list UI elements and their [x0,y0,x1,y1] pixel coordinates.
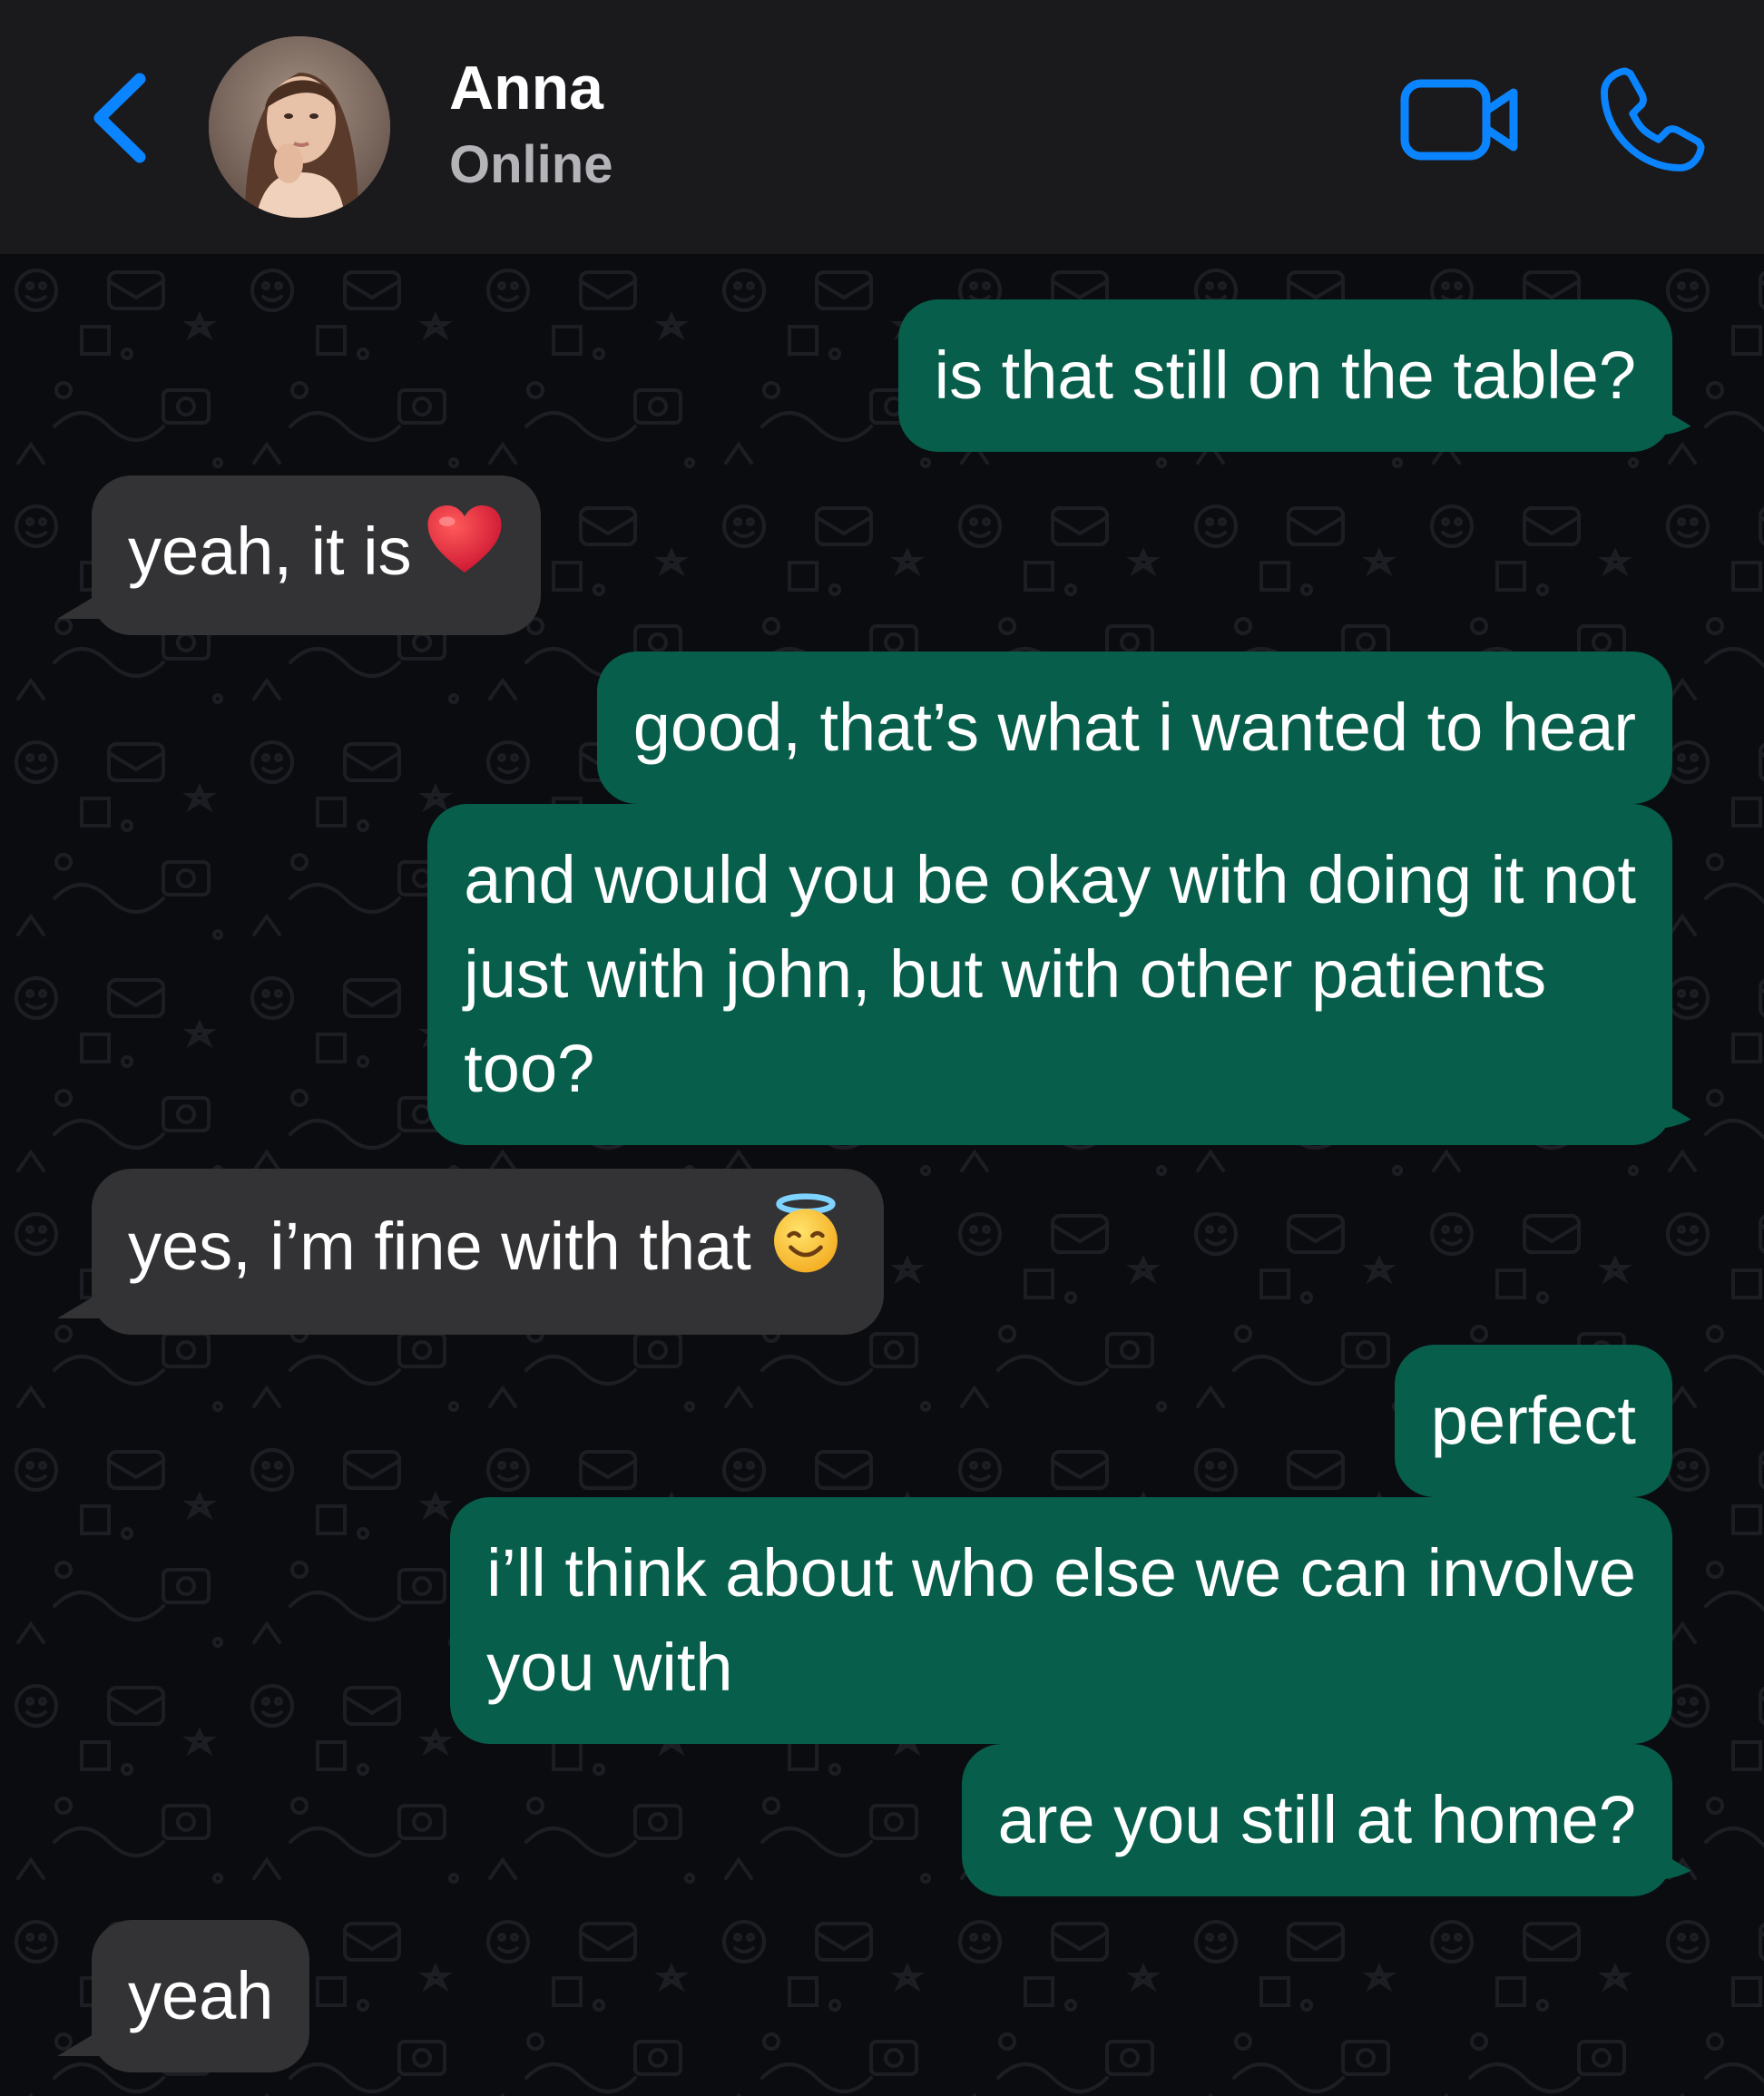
message-incoming[interactable]: yes, i’m fine with that [92,1169,884,1335]
avatar[interactable] [209,36,390,218]
message-text-line: you with [486,1630,733,1705]
message-text: yeah [128,1958,274,2033]
message-incoming[interactable]: yeah, it is [92,475,541,635]
message-text: are you still at home? [997,1782,1636,1857]
phone-icon [1601,67,1705,171]
chat-header: Anna Online [0,0,1764,254]
message-text: good, that’s what i wanted to hear [632,690,1636,765]
message-outgoing[interactable]: and would you be okay with doing it not … [427,804,1672,1145]
message-text-line: i’ll think about who else we can involve [486,1535,1636,1611]
avatar-image [209,36,390,218]
message-text: yeah, it is [128,514,412,589]
smiling-face-with-halo-emoji [764,1192,848,1300]
message-incoming[interactable]: yeah [92,1920,310,2072]
contact-status: Online [449,135,613,194]
chat-area[interactable]: is that still on the table? yeah, it is … [0,254,1764,2096]
message-text: yes, i’m fine with that [128,1209,751,1285]
contact-name[interactable]: Anna [449,53,603,123]
back-button[interactable] [80,64,162,172]
message-outgoing[interactable]: i’ll think about who else we can involve… [450,1497,1672,1744]
video-call-button[interactable] [1397,71,1524,171]
chevron-left-icon [93,73,146,163]
red-heart-emoji [425,502,505,601]
message-text: perfect [1430,1383,1636,1458]
video-camera-icon [1400,79,1518,161]
message-text-line: just with john, but with other patients [464,936,1547,1012]
message-text-line: and would you be okay with doing it not [464,842,1636,917]
voice-call-button[interactable] [1592,62,1710,180]
message-outgoing[interactable]: is that still on the table? [897,299,1672,452]
message-outgoing[interactable]: are you still at home? [961,1744,1672,1896]
message-outgoing[interactable]: good, that’s what i wanted to hear [596,651,1672,804]
message-outgoing[interactable]: perfect [1394,1345,1672,1497]
message-text: is that still on the table? [934,338,1636,413]
message-text-line: too? [464,1031,595,1106]
